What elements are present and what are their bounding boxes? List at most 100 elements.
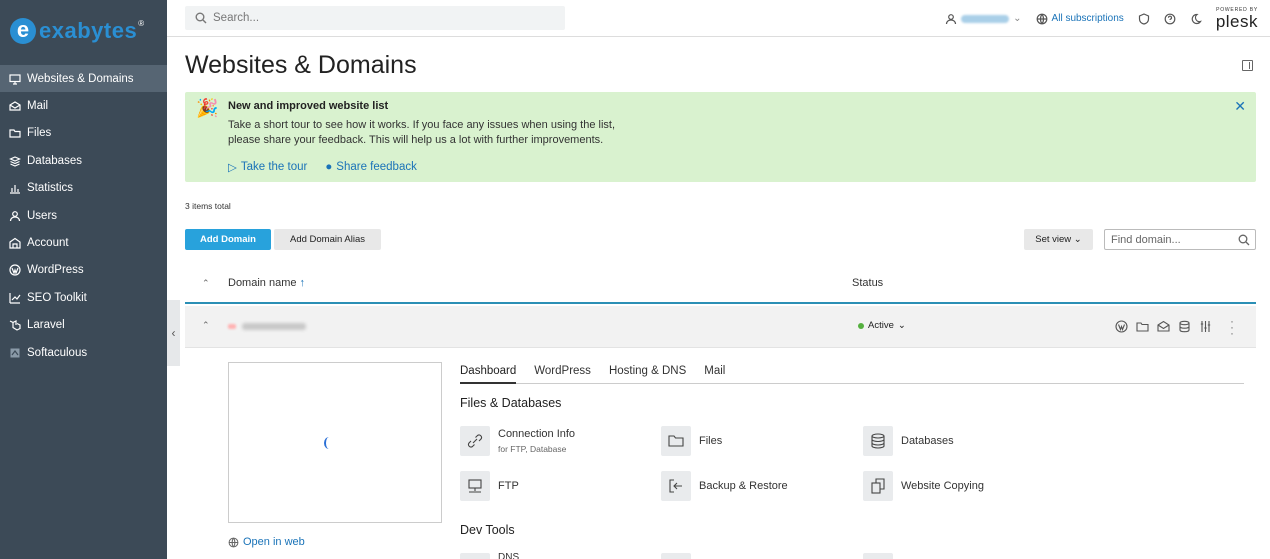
wordpress-icon	[9, 264, 21, 277]
database-icon	[863, 426, 893, 456]
favicon	[228, 324, 236, 329]
tool-text: Connection Info for FTP, Database	[498, 428, 575, 454]
tool-label: Databases	[901, 435, 954, 447]
domain-name-link[interactable]	[228, 323, 306, 330]
dark-mode-icon[interactable]	[1190, 13, 1202, 25]
chevron-down-icon: ⌄	[897, 320, 906, 331]
sidebar-item-users[interactable]: Users	[0, 202, 167, 229]
sidebar-item-websites-domains[interactable]: Websites & Domains	[0, 65, 167, 93]
globe-icon	[1036, 13, 1048, 25]
dev-tool-box[interactable]	[460, 553, 490, 559]
table-header: ⌃ Domain name ↑ Status	[185, 268, 1256, 304]
domain-tabs: Dashboard WordPress Hosting & DNS Mail	[460, 364, 1244, 384]
brand-logo[interactable]: e exabytes ®	[10, 18, 144, 44]
search-icon	[195, 12, 207, 24]
sidebar-item-label: Databases	[27, 154, 82, 167]
sidebar-item-files[interactable]: Files	[0, 120, 167, 147]
banner-text-line: please share your feedback. This will he…	[228, 134, 604, 146]
tab-dashboard[interactable]: Dashboard	[460, 364, 517, 384]
sidebar-item-label: Users	[27, 209, 58, 222]
dev-tool-box[interactable]	[863, 553, 893, 559]
share-feedback-link[interactable]: ● Share feedback	[325, 160, 417, 174]
account-icon	[9, 237, 21, 249]
close-icon[interactable]: ✕	[1234, 98, 1246, 115]
chevron-down-icon: ⌄	[1073, 234, 1082, 245]
section-dev-tools: Dev Tools	[460, 523, 515, 537]
settings-sliders-icon[interactable]	[1199, 320, 1212, 333]
sidebar-item-mail[interactable]: Mail	[0, 92, 167, 119]
status-label: Active	[868, 320, 894, 331]
status-dropdown[interactable]: Active ⌄	[858, 320, 906, 331]
sidebar-item-account[interactable]: Account	[0, 229, 167, 256]
tool-website-copying[interactable]: Website Copying	[863, 471, 984, 501]
set-view-label: Set view	[1035, 234, 1072, 245]
folder-icon	[9, 127, 21, 139]
mail-icon[interactable]	[1157, 320, 1170, 333]
banner-links: ▷ Take the tour ● Share feedback	[228, 160, 417, 174]
sidebar-item-seo-toolkit[interactable]: SEO Toolkit	[0, 284, 167, 311]
topbar: Search... ⌄ All subscriptions POWERED BY…	[167, 0, 1270, 37]
search-input[interactable]: Search...	[185, 6, 565, 30]
database-icon[interactable]	[1178, 320, 1191, 333]
monitor-icon	[9, 73, 21, 85]
tool-backup-restore[interactable]: Backup & Restore	[661, 471, 788, 501]
backup-icon	[661, 471, 691, 501]
sort-ascending-icon: ↑	[299, 277, 305, 289]
panel-toggle-icon[interactable]	[1242, 60, 1253, 71]
domain-name-redacted	[242, 323, 306, 330]
brand-reg: ®	[138, 18, 145, 28]
banner-text: Take a short tour to see how it works. I…	[228, 118, 668, 148]
items-total: 3 items total	[185, 201, 231, 211]
tool-ftp[interactable]: FTP	[460, 471, 519, 501]
tool-label: Connection Info	[498, 428, 576, 440]
statistics-icon	[9, 182, 21, 194]
row-quick-actions	[1115, 320, 1212, 333]
search-placeholder: Search...	[213, 12, 260, 24]
add-domain-button[interactable]: Add Domain	[185, 229, 271, 250]
sidebar-item-laravel[interactable]: Laravel	[0, 312, 167, 339]
banner-title: New and improved website list	[228, 100, 389, 112]
take-tour-link[interactable]: ▷ Take the tour	[228, 160, 307, 174]
topbar-actions: ⌄ All subscriptions POWERED BY plesk	[945, 0, 1258, 37]
tool-files[interactable]: Files	[661, 426, 722, 456]
sidebar-item-softaculous[interactable]: Softaculous	[0, 339, 167, 366]
tool-connection-info[interactable]: Connection Info for FTP, Database	[460, 426, 575, 456]
website-preview	[228, 362, 442, 523]
tool-label: Website Copying	[901, 480, 984, 492]
softaculous-icon	[9, 347, 21, 359]
loading-spinner-icon	[324, 437, 334, 449]
tab-mail[interactable]: Mail	[704, 364, 725, 384]
find-domain-input[interactable]: Find domain...	[1104, 229, 1256, 250]
help-icon[interactable]	[1164, 13, 1176, 25]
plesk-logo: POWERED BY plesk	[1216, 7, 1258, 30]
chevron-down-icon: ⌄	[1013, 13, 1022, 24]
subscriptions-menu[interactable]: All subscriptions	[1036, 13, 1124, 25]
ftp-icon	[460, 471, 490, 501]
table-row[interactable]: ⌃ Active ⌄ · · ·	[185, 306, 1256, 348]
tool-databases[interactable]: Databases	[863, 426, 954, 456]
folder-icon[interactable]	[1136, 320, 1149, 333]
collapse-all-icon[interactable]: ⌃	[202, 278, 210, 289]
sidebar-item-wordpress[interactable]: WordPress	[0, 257, 167, 284]
tab-hosting-dns[interactable]: Hosting & DNS	[609, 364, 686, 384]
sidebar-item-statistics[interactable]: Statistics	[0, 175, 167, 202]
wordpress-icon[interactable]	[1115, 320, 1128, 333]
open-in-web-link[interactable]: Open in web	[228, 536, 305, 548]
add-domain-alias-button[interactable]: Add Domain Alias	[274, 229, 381, 250]
sidebar-item-label: Statistics	[27, 182, 74, 195]
database-icon	[9, 155, 21, 167]
more-options-icon[interactable]: · · ·	[1230, 315, 1234, 339]
set-view-button[interactable]: Set view ⌄	[1024, 229, 1093, 250]
tab-wordpress[interactable]: WordPress	[534, 364, 591, 384]
user-menu[interactable]: ⌄	[945, 13, 1022, 25]
sidebar-item-databases[interactable]: Databases	[0, 147, 167, 174]
page-title: Websites & Domains	[185, 51, 417, 79]
column-domain-name[interactable]: Domain name ↑	[228, 277, 305, 289]
folder-icon	[661, 426, 691, 456]
shield-icon[interactable]	[1138, 12, 1150, 25]
collapse-row-icon[interactable]: ⌃	[202, 320, 210, 331]
dev-tool-box[interactable]	[661, 553, 691, 559]
copy-icon	[863, 471, 893, 501]
sidebar-item-label: Websites & Domains	[27, 72, 134, 85]
sidebar-item-label: Laravel	[27, 319, 65, 332]
